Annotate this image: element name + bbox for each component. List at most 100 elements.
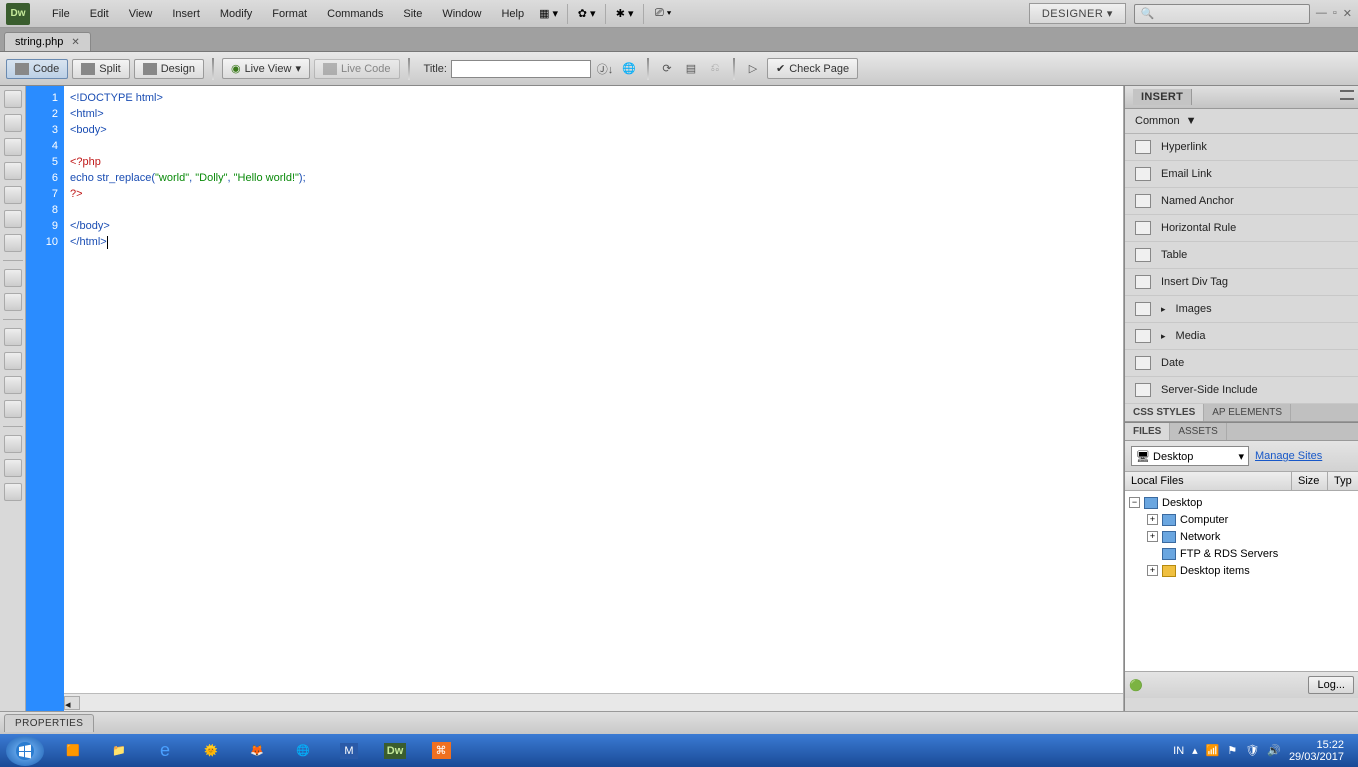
tool-icon[interactable] (4, 138, 22, 156)
tool-icon[interactable] (4, 162, 22, 180)
tool-icon[interactable] (4, 400, 22, 418)
file-tree[interactable]: −Desktop+Computer+NetworkFTP & RDS Serve… (1125, 491, 1358, 671)
files-footer: 🟢 Log... (1125, 671, 1358, 698)
workspace-switcher[interactable]: DESIGNER ▾ (1029, 3, 1126, 24)
taskbar-icon[interactable]: M (328, 738, 370, 764)
taskbar-icon[interactable]: e (144, 738, 186, 764)
css-panel-tabs[interactable]: CSS STYLES AP ELEMENTS (1125, 404, 1358, 422)
menu-modify[interactable]: Modify (210, 4, 262, 24)
settings-icon[interactable]: ✱ ▾ (614, 4, 644, 24)
file-tab[interactable]: string.php ✕ (4, 32, 91, 51)
tool-icon[interactable] (4, 352, 22, 370)
tool-icon[interactable] (4, 483, 22, 501)
tree-node[interactable]: +Network (1129, 528, 1354, 545)
menu-insert[interactable]: Insert (162, 4, 210, 24)
properties-tab[interactable]: PROPERTIES (4, 714, 94, 732)
taskbar-icon[interactable]: 🦊 (236, 738, 278, 764)
insert-category[interactable]: Common▼ (1125, 109, 1358, 134)
tray-lang[interactable]: IN (1173, 745, 1184, 757)
toolbar-icon[interactable]: ▷ (743, 60, 763, 78)
start-button[interactable] (6, 736, 44, 766)
menu-format[interactable]: Format (262, 4, 317, 24)
log-button[interactable]: Log... (1308, 676, 1354, 694)
taskbar-icon[interactable]: 🟧 (52, 738, 94, 764)
menu-file[interactable]: File (42, 4, 80, 24)
taskbar-dreamweaver-icon[interactable]: Dw (374, 738, 416, 764)
tree-node[interactable]: FTP & RDS Servers (1129, 545, 1354, 562)
tree-node[interactable]: +Desktop items (1129, 562, 1354, 579)
layout-icon[interactable]: ▦ ▾ (538, 4, 568, 24)
taskbar-icon[interactable]: 🌐 (282, 738, 324, 764)
tool-icon[interactable] (4, 293, 22, 311)
menu-window[interactable]: Window (432, 4, 491, 24)
code-editor[interactable]: <!DOCTYPE html><html><body> <?phpecho st… (64, 86, 1124, 711)
toolbar-icon[interactable]: ▤ (681, 60, 701, 78)
menu-site[interactable]: Site (393, 4, 432, 24)
properties-panel: PROPERTIES (0, 711, 1358, 734)
split-view-button[interactable]: Split (72, 59, 129, 79)
tray-icon[interactable]: ⚑ (1227, 744, 1237, 757)
tray-icon[interactable]: 🛡 (1245, 744, 1259, 757)
check-page-button[interactable]: ✔Check Page (767, 58, 858, 79)
insert-item[interactable]: Named Anchor (1125, 188, 1358, 215)
tool-icon[interactable] (4, 90, 22, 108)
assets-tab[interactable]: ASSETS (1170, 423, 1226, 440)
live-view-button[interactable]: ◉Live View▾ (222, 58, 310, 79)
tree-node[interactable]: +Computer (1129, 511, 1354, 528)
taskbar-icon[interactable]: 🌞 (190, 738, 232, 764)
title-input[interactable] (451, 60, 591, 78)
insert-item-label: Media (1176, 330, 1206, 342)
files-toolbar: 🖥 Desktop▾ Manage Sites (1125, 441, 1358, 472)
clock[interactable]: 15:2229/03/2017 (1289, 739, 1344, 763)
css-styles-tab[interactable]: CSS STYLES (1125, 404, 1204, 421)
manage-sites-link[interactable]: Manage Sites (1255, 450, 1322, 462)
site-icon[interactable]: ⎚ ▾ (652, 4, 682, 24)
tool-icon[interactable] (4, 269, 22, 287)
insert-item[interactable]: Table (1125, 242, 1358, 269)
tool-icon[interactable] (4, 435, 22, 453)
tool-icon[interactable] (4, 210, 22, 228)
tray-icon[interactable]: 📶 (1206, 744, 1220, 757)
site-select[interactable]: 🖥 Desktop▾ (1131, 446, 1249, 466)
tray-icon[interactable]: ▴ (1192, 744, 1198, 757)
insert-item[interactable]: Server-Side Include (1125, 377, 1358, 404)
tool-icon[interactable] (4, 114, 22, 132)
insert-panel-tab[interactable]: INSERT (1125, 86, 1358, 109)
insert-item[interactable]: ▸Images (1125, 296, 1358, 323)
menu-edit[interactable]: Edit (80, 4, 119, 24)
taskbar-icon[interactable]: ⌘ (420, 738, 462, 764)
horizontal-scrollbar[interactable]: ◂ (64, 693, 1123, 711)
tool-icon[interactable] (4, 328, 22, 346)
menu-commands[interactable]: Commands (317, 4, 393, 24)
refresh-icon[interactable]: ⟳ (657, 60, 677, 78)
ap-elements-tab[interactable]: AP ELEMENTS (1204, 404, 1291, 421)
design-view-button[interactable]: Design (134, 59, 204, 79)
insert-item[interactable]: Horizontal Rule (1125, 215, 1358, 242)
files-panel-tabs[interactable]: FILES ASSETS (1125, 422, 1358, 441)
toolbar-icon[interactable]: ⎌ (705, 60, 725, 78)
toolbar-icon[interactable]: 🌐 (619, 60, 639, 78)
insert-item[interactable]: Hyperlink (1125, 134, 1358, 161)
insert-item[interactable]: Date (1125, 350, 1358, 377)
tool-icon[interactable] (4, 234, 22, 252)
ready-icon: 🟢 (1129, 679, 1143, 692)
insert-item[interactable]: Insert Div Tag (1125, 269, 1358, 296)
toolbar-icon[interactable]: Ⓙ↓ (595, 60, 615, 78)
search-input[interactable]: 🔍 (1134, 4, 1310, 24)
files-tab[interactable]: FILES (1125, 423, 1170, 440)
menu-help[interactable]: Help (491, 4, 534, 24)
insert-item[interactable]: ▸Media (1125, 323, 1358, 350)
taskbar-icon[interactable]: 📁 (98, 738, 140, 764)
code-view-button[interactable]: Code (6, 59, 68, 79)
menu-view[interactable]: View (119, 4, 163, 24)
window-controls[interactable]: —▫✕ (1316, 7, 1352, 20)
tool-icon[interactable] (4, 376, 22, 394)
tray-volume-icon[interactable]: 🔊 (1267, 744, 1281, 757)
extension-icon[interactable]: ✿ ▾ (576, 4, 606, 24)
tool-icon[interactable] (4, 459, 22, 477)
tool-icon[interactable] (4, 186, 22, 204)
insert-item[interactable]: Email Link (1125, 161, 1358, 188)
close-icon[interactable]: ✕ (71, 37, 79, 48)
system-tray[interactable]: IN ▴ 📶 ⚑ 🛡 🔊 15:2229/03/2017 (1173, 739, 1352, 763)
line-gutter: 12345678910 (26, 86, 64, 711)
